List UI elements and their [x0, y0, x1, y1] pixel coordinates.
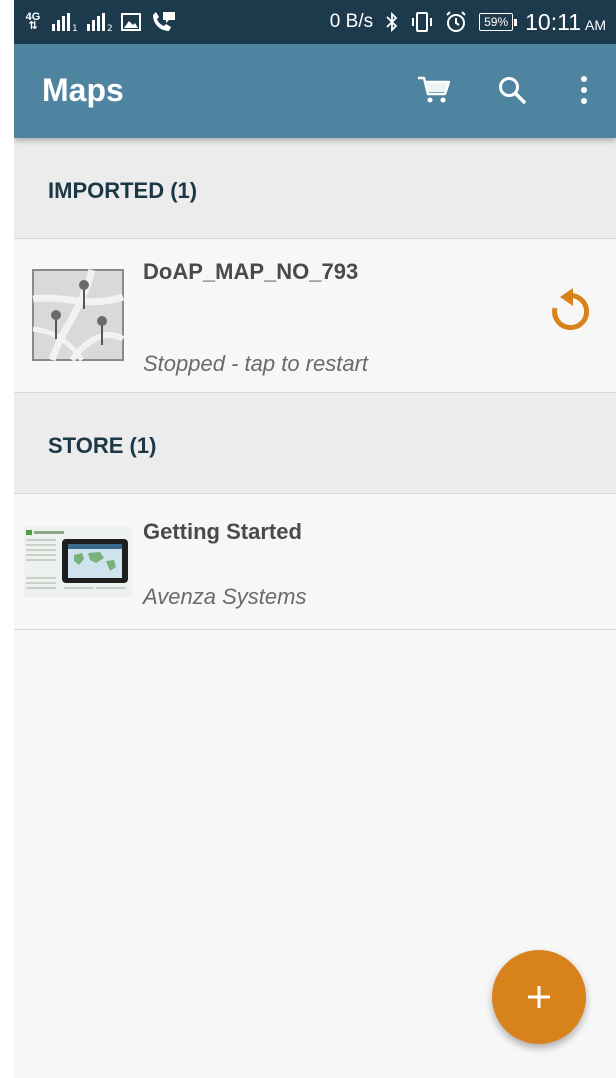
clock-time: 10:11	[525, 8, 581, 35]
status-right: 0 B/s 59% 10:11 AM	[330, 0, 606, 44]
image-notification-icon	[121, 13, 141, 31]
add-map-fab[interactable]	[492, 950, 586, 1044]
svg-text:2: 2	[107, 24, 112, 32]
more-vert-icon	[581, 76, 587, 104]
store-map-title: Getting Started	[143, 519, 302, 544]
battery-indicator: 59%	[479, 13, 518, 31]
signal-icon: 2	[87, 13, 112, 32]
map-thumbnail-icon	[32, 269, 124, 361]
list-item-store-map[interactable]: Getting Started Avenza Systems	[14, 494, 616, 630]
status-left: 4G ⇅ 1 2	[24, 0, 176, 44]
bluetooth-icon	[386, 11, 398, 33]
network-speed: 0 B/s	[329, 11, 374, 32]
app-frame: 4G ⇅ 1 2 0 B/s 59% 10:11 AM Maps IMPORTE…	[14, 0, 616, 1078]
section-header-store: STORE (1)	[14, 393, 616, 494]
clock-ampm: AM	[585, 16, 606, 33]
section-header-imported: IMPORTED (1)	[14, 138, 616, 239]
list-item-imported-map[interactable]: DoAP_MAP_NO_793 Stopped - tap to restart	[14, 239, 616, 393]
section-title-imported: IMPORTED (1)	[48, 178, 198, 203]
search-button[interactable]	[488, 66, 536, 114]
section-title-store: STORE (1)	[48, 433, 157, 458]
store-map-publisher: Avenza Systems	[143, 584, 307, 609]
signal-icon: 1	[52, 13, 77, 32]
network-type: 4G ⇅	[24, 12, 42, 32]
alarm-icon	[446, 11, 466, 32]
status-bar: 4G ⇅ 1 2 0 B/s 59% 10:11 AM	[14, 0, 616, 44]
restart-icon	[552, 288, 590, 331]
app-title: Maps	[42, 72, 124, 108]
restart-download-button[interactable]	[544, 285, 596, 337]
map-title: DoAP_MAP_NO_793	[143, 259, 359, 284]
phone-chat-icon	[153, 12, 175, 31]
cart-icon	[418, 76, 451, 103]
store-cart-button[interactable]	[410, 66, 458, 114]
clock: 10:11 AM	[525, 9, 606, 36]
plus-icon	[528, 986, 550, 1008]
vibrate-icon	[412, 12, 433, 32]
store-map-thumbnail-icon	[24, 527, 132, 597]
search-icon	[499, 77, 526, 104]
svg-text:1: 1	[72, 24, 77, 32]
data-arrows-icon: ⇅	[28, 20, 38, 32]
app-bar: Maps	[14, 44, 616, 138]
overflow-menu-button[interactable]	[560, 66, 608, 114]
map-status: Stopped - tap to restart	[143, 351, 369, 376]
